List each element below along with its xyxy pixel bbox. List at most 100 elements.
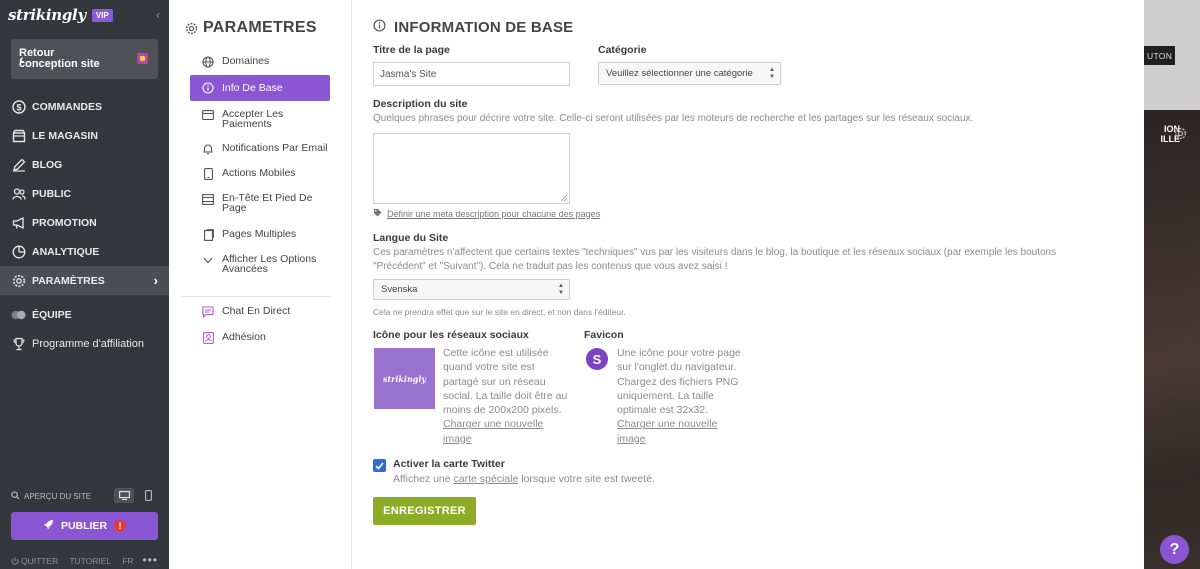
social-icon-label: Icône pour les réseaux sociaux: [373, 329, 529, 341]
meta-description-row[interactable]: Définir une meta description pour chacun…: [373, 208, 600, 219]
menu-item-paiements[interactable]: Accepter Les Paiements: [190, 109, 330, 129]
chevron-right-icon: ›: [153, 273, 158, 288]
gear-icon: [185, 22, 198, 40]
nav-item-public[interactable]: PUBLIC: [0, 179, 169, 208]
users-icon: [11, 186, 26, 201]
nav-label: LE MAGASIN: [32, 129, 98, 142]
twitter-card-checkbox[interactable]: [373, 459, 386, 472]
language-label: Langue du Site: [373, 232, 449, 244]
chevron-down-icon: [202, 254, 214, 266]
menu-item-chat[interactable]: Chat En Direct: [190, 306, 330, 318]
alert-icon: !: [114, 520, 127, 532]
social-icon-description: Cette icône est utilisée quand votre sit…: [443, 347, 568, 445]
back-to-design-button[interactable]: ‹ Retour conception site: [11, 39, 158, 79]
menu-divider: [181, 296, 331, 297]
save-button[interactable]: ENREGISTRER: [373, 497, 476, 525]
favicon-upload-link[interactable]: Charger une nouvelle image: [617, 418, 717, 444]
tutorial-link[interactable]: TUTORIEL: [69, 556, 111, 566]
twitter-card-label: Activer la carte Twitter: [393, 458, 505, 470]
nav-label: BLOG: [32, 158, 63, 171]
language-note: Cela ne prendra effet que sur le site en…: [373, 307, 626, 317]
description-help: Quelques phrases pour décrire votre site…: [373, 113, 974, 124]
select-caret-icon: ▲ ▼: [769, 67, 775, 80]
nav-item-affiliation[interactable]: Programme d'affiliation: [0, 329, 169, 358]
search-icon: [11, 490, 20, 502]
social-icon-preview: strikingly: [374, 348, 435, 409]
sidebar-footer: QUITTER TUTORIEL FR •••: [11, 553, 158, 567]
mobile-icon: [202, 168, 214, 180]
help-button[interactable]: ?: [1160, 535, 1189, 564]
collapse-sidebar-icon[interactable]: ‹: [156, 8, 160, 22]
globe-icon: [202, 56, 214, 68]
menu-item-adhesion[interactable]: Adhésion: [190, 332, 330, 344]
menu-item-options-avancees[interactable]: Afficher Les Options Avancées: [190, 254, 330, 274]
nav-item-analytique[interactable]: ANALYTIQUE: [0, 237, 169, 266]
site-preview-link[interactable]: APERÇU DU SITE: [24, 492, 91, 501]
nav-item-blog[interactable]: BLOG: [0, 150, 169, 179]
menu-item-notifications[interactable]: Notifications Par Email: [190, 143, 330, 155]
nav-item-parametres[interactable]: PARAMÈTRES ›: [0, 266, 169, 295]
twitter-card-description: Affichez une carte spéciale lorsque votr…: [393, 473, 655, 485]
svg-text:$: $: [16, 102, 21, 112]
tag-icon: [373, 208, 382, 219]
page-title-label: Titre de la page: [373, 44, 450, 56]
nav-label: PROMOTION: [32, 216, 97, 229]
category-select[interactable]: Veuillez sélectionner une catégorie ▲ ▼: [598, 62, 781, 85]
preview-button: UTON: [1144, 46, 1175, 65]
menu-item-pages-multiples[interactable]: Pages Multiples: [190, 229, 330, 241]
publish-label: PUBLIER: [60, 520, 108, 532]
language-select[interactable]: Svenska ▲ ▼: [373, 279, 570, 300]
nav-item-magasin[interactable]: LE MAGASIN: [0, 121, 169, 150]
site-preview-row: APERÇU DU SITE: [11, 488, 158, 503]
sidebar: strikingly VIP ‹ ‹ Retour conception sit…: [0, 0, 169, 569]
quit-link[interactable]: QUITTER: [11, 556, 58, 566]
category-label: Catégorie: [598, 44, 647, 56]
page-title-input[interactable]: [373, 62, 570, 86]
info-icon: [202, 82, 214, 94]
settings-menu-title: PARAMETRES: [185, 19, 317, 37]
back-to-design-label: Retour conception site: [19, 47, 100, 70]
menu-item-entete[interactable]: En-Tête Et Pied De Page: [190, 193, 330, 213]
megaphone-icon: [11, 215, 26, 230]
strikingly-logo: strikingly: [8, 6, 86, 24]
meta-description-link[interactable]: Définir une meta description pour chacun…: [387, 209, 600, 219]
settings-menu-list: Domaines Info De Base Accepter Les Paiem…: [190, 48, 330, 344]
nav-item-equipe[interactable]: ÉQUIPE: [0, 300, 169, 329]
nav-label: PUBLIC: [32, 187, 72, 200]
trophy-icon: [11, 336, 26, 351]
pen-icon: [11, 157, 26, 172]
more-icon[interactable]: •••: [142, 553, 158, 567]
menu-item-mobile[interactable]: Actions Mobiles: [190, 168, 330, 180]
language-selector[interactable]: FR: [122, 556, 133, 566]
description-label: Description du site: [373, 98, 468, 110]
nav-item-commandes[interactable]: $ COMMANDES: [0, 92, 169, 121]
favicon-preview: S: [586, 348, 608, 370]
nav-label: COMMANDES: [32, 100, 102, 113]
menu-item-domaines[interactable]: Domaines: [190, 56, 330, 68]
mobile-icon[interactable]: [138, 488, 158, 503]
main-nav: $ COMMANDES LE MAGASIN BLOG PUBLIC PROMO…: [0, 92, 169, 358]
power-icon: [11, 557, 19, 565]
nav-label: ANALYTIQUE: [32, 245, 100, 258]
gear-icon[interactable]: [1174, 127, 1194, 143]
brand: strikingly VIP: [0, 0, 169, 30]
chart-icon: [11, 244, 26, 259]
nav-item-promotion[interactable]: PROMOTION: [0, 208, 169, 237]
basic-info-panel: INFORMATION DE BASE Titre de la page Cat…: [352, 0, 1144, 569]
social-icon-upload-link[interactable]: Charger une nouvelle image: [443, 418, 543, 444]
nav-label: PARAMÈTRES: [32, 274, 105, 287]
site-preview: UTON ION ILLE: [1144, 0, 1200, 569]
chat-icon: [202, 306, 214, 318]
pages-icon: [202, 229, 214, 241]
description-textarea[interactable]: [373, 133, 570, 204]
menu-item-info-de-base[interactable]: Info De Base: [190, 75, 330, 101]
special-card-link[interactable]: carte spéciale: [454, 473, 519, 485]
layout-icon: [202, 193, 214, 205]
publish-button[interactable]: PUBLIER !: [11, 512, 158, 540]
desktop-icon[interactable]: [114, 488, 134, 503]
site-thumbnail-icon: [137, 53, 148, 64]
section-title: INFORMATION DE BASE: [373, 19, 573, 36]
device-toggle: [114, 488, 158, 503]
language-help: Ces paramètres n'affectent que certains …: [373, 247, 1057, 272]
nav-label: ÉQUIPE: [32, 308, 72, 321]
